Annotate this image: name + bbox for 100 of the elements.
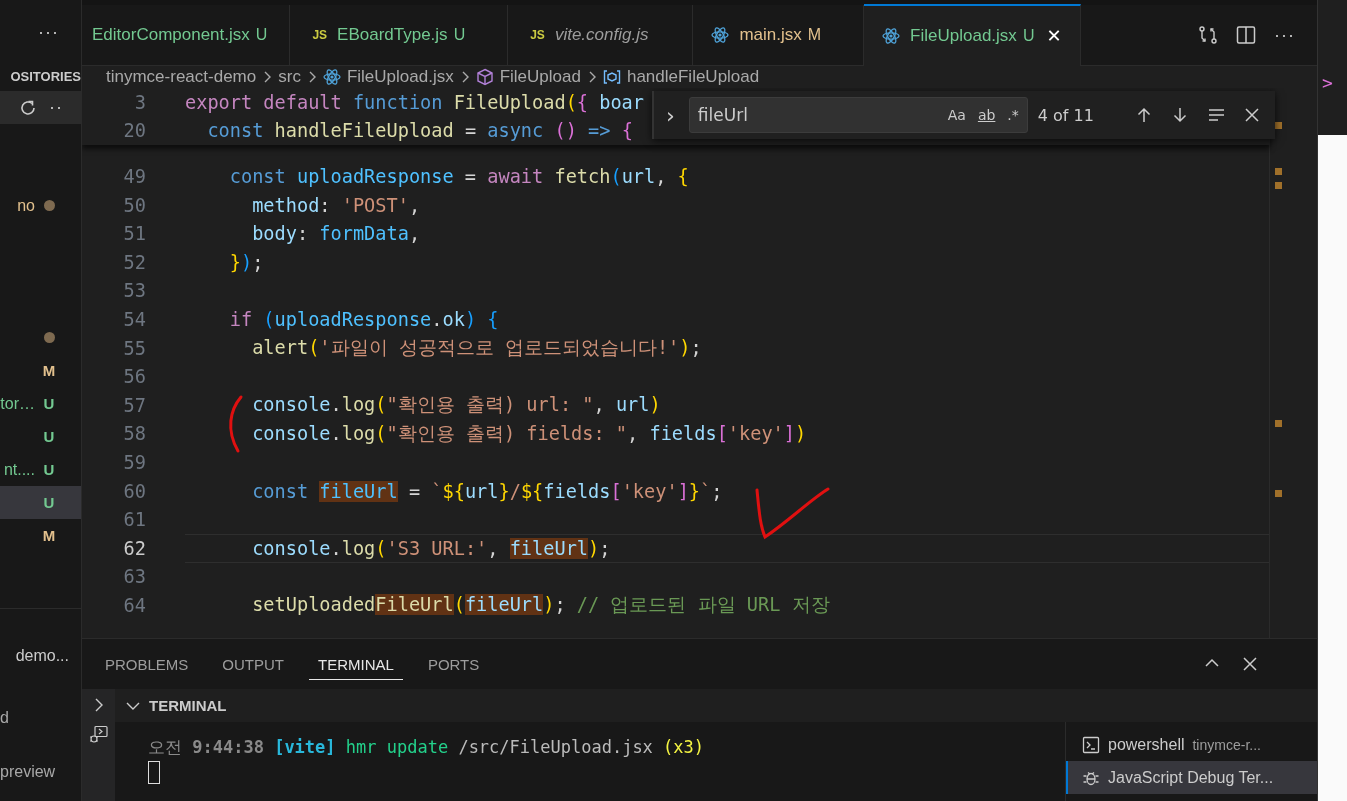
line-number: 57 bbox=[122, 394, 146, 416]
list-item[interactable]: M bbox=[0, 519, 81, 552]
breadcrumb-item[interactable]: tinymce-react-demo bbox=[106, 67, 257, 87]
close-icon[interactable] bbox=[1243, 106, 1261, 124]
line-number: 49 bbox=[122, 166, 146, 187]
list-item[interactable]: U bbox=[0, 420, 81, 453]
line-number: 63 bbox=[122, 566, 146, 588]
editor-tab[interactable]: FileUpload.jsx U ✕ bbox=[864, 4, 1081, 66]
refresh-icon[interactable] bbox=[19, 98, 37, 117]
js-file-icon: JS bbox=[312, 28, 328, 42]
terminal-list-item[interactable]: powershell tinymce-r... bbox=[1066, 728, 1317, 761]
section-header[interactable]: TERMINAL bbox=[115, 689, 1317, 722]
match-marker bbox=[1275, 182, 1282, 189]
match-case-button[interactable]: Aa bbox=[947, 107, 966, 123]
editor-tab[interactable]: JS EBoardType.js U bbox=[290, 5, 509, 65]
code-line: method: 'POST', bbox=[251, 194, 421, 216]
status-letter: U bbox=[42, 428, 56, 445]
bracket-stroke bbox=[229, 395, 243, 453]
status-letter: U bbox=[42, 395, 56, 412]
breadcrumb-item[interactable]: src bbox=[278, 67, 301, 87]
compare-changes-icon[interactable] bbox=[1198, 25, 1218, 45]
line-number: 54 bbox=[122, 308, 146, 330]
debug-terminal-icon[interactable] bbox=[88, 725, 109, 745]
toggle-replace-button[interactable]: › bbox=[662, 102, 679, 128]
file-name: tor… bbox=[0, 394, 35, 413]
file-name: no bbox=[17, 196, 35, 215]
list-item[interactable]: nt.... U bbox=[0, 453, 81, 486]
arrow-down-icon[interactable] bbox=[1171, 106, 1189, 124]
line-number: 62 bbox=[122, 537, 146, 559]
more-actions-button[interactable]: ··· bbox=[1274, 24, 1295, 46]
line-number: 56 bbox=[122, 366, 146, 388]
file-name: nt.... bbox=[3, 460, 35, 479]
line-number: 51 bbox=[122, 223, 146, 245]
code-line: console.log('S3 URL:', fileUrl); bbox=[251, 537, 611, 559]
code-line: const uploadResponse = await fetch(url, { bbox=[228, 166, 689, 187]
react-icon bbox=[322, 68, 341, 86]
breadcrumb-item[interactable]: handleFileUpload bbox=[626, 67, 760, 87]
breadcrumb-item[interactable]: FileUpload bbox=[499, 67, 581, 87]
list-item[interactable]: d bbox=[0, 709, 9, 727]
chevron-right-icon bbox=[262, 70, 273, 84]
panel-tab[interactable]: PROBLEMS bbox=[96, 647, 198, 681]
react-icon bbox=[711, 26, 730, 44]
split-editor-icon[interactable] bbox=[1236, 25, 1256, 45]
list-item[interactable]: U bbox=[0, 486, 81, 519]
panel-tab[interactable]: TERMINAL bbox=[309, 648, 403, 680]
code-line: console.log("확인용 출력) fields: ", fields['key']) bbox=[251, 421, 807, 446]
list-item[interactable]: preview bbox=[0, 763, 56, 781]
code-line: }); bbox=[228, 251, 264, 273]
code-line: if (uploadResponse.ok) { bbox=[228, 308, 499, 330]
line-number: 3 bbox=[133, 91, 146, 113]
line-number: 59 bbox=[122, 451, 146, 473]
match-marker bbox=[1275, 122, 1282, 129]
line-number: 20 bbox=[122, 120, 146, 142]
status-letter: U bbox=[42, 494, 56, 511]
regex-button[interactable]: .* bbox=[1007, 107, 1019, 123]
js-file-icon: JS bbox=[530, 28, 545, 42]
status-letter: M bbox=[41, 362, 57, 379]
match-whole-word-button[interactable]: ab bbox=[977, 107, 996, 123]
terminal-list-item[interactable]: JavaScript Debug Ter... bbox=[1066, 761, 1317, 794]
find-input[interactable]: fileUrl Aa ab .* bbox=[688, 97, 1028, 133]
arrow-up-icon[interactable] bbox=[1135, 106, 1153, 124]
status-letter: U bbox=[42, 461, 56, 478]
react-icon bbox=[882, 27, 901, 45]
code-line: export default function FileUpload({ boar bbox=[185, 91, 644, 113]
editor-tab[interactable]: EditorComponent.jsx U bbox=[82, 5, 291, 65]
section-header[interactable]: OSITORIES bbox=[10, 68, 81, 84]
terminal-output: 오전 9:44:38 [vite] hmr update /src/FileUpload.jsx (x3) bbox=[148, 736, 706, 759]
status-letter: M bbox=[41, 527, 57, 544]
match-count: 4 of 11 bbox=[1037, 105, 1095, 125]
line-number: 60 bbox=[122, 480, 146, 502]
code-line: body: formData, bbox=[251, 223, 421, 245]
line-number: 58 bbox=[122, 423, 146, 445]
variable-icon bbox=[602, 68, 621, 86]
code-line: alert('파일이 성공적으로 업로드되었습니다!'); bbox=[251, 336, 702, 361]
line-number: 50 bbox=[122, 194, 146, 216]
code-line: console.log("확인용 출력) url: ", url) bbox=[251, 393, 661, 418]
lines-icon[interactable] bbox=[1207, 106, 1225, 124]
list-item[interactable]: M bbox=[0, 354, 81, 387]
list-item[interactable]: tor… U bbox=[0, 387, 81, 420]
panel-tab[interactable]: OUTPUT bbox=[213, 647, 294, 681]
list-item[interactable]: demo... bbox=[15, 647, 69, 665]
breadcrumb-item[interactable]: FileUpload.jsx bbox=[346, 67, 454, 87]
line-number: 55 bbox=[122, 337, 146, 359]
line-number: 64 bbox=[122, 594, 146, 616]
terminal-cursor bbox=[148, 761, 160, 784]
list-item[interactable]: no bbox=[0, 189, 81, 222]
more-actions-button[interactable]: ·· bbox=[49, 97, 63, 118]
line-number: 53 bbox=[122, 280, 146, 302]
match-marker bbox=[1275, 490, 1282, 497]
editor-tab[interactable]: JS vite.config.js bbox=[508, 5, 694, 65]
match-marker bbox=[1275, 420, 1282, 427]
panel-tab[interactable]: PORTS bbox=[418, 647, 489, 681]
cube-icon bbox=[475, 68, 494, 86]
close-button[interactable]: ✕ bbox=[1046, 25, 1062, 47]
line-number: 52 bbox=[122, 251, 146, 273]
code-line: const handleFileUpload = async () => { bbox=[206, 120, 633, 142]
more-actions-button[interactable]: ··· bbox=[38, 22, 59, 43]
close-icon[interactable] bbox=[1241, 655, 1259, 673]
line-number: 61 bbox=[122, 509, 146, 531]
code-fragment: > bbox=[1322, 72, 1333, 93]
